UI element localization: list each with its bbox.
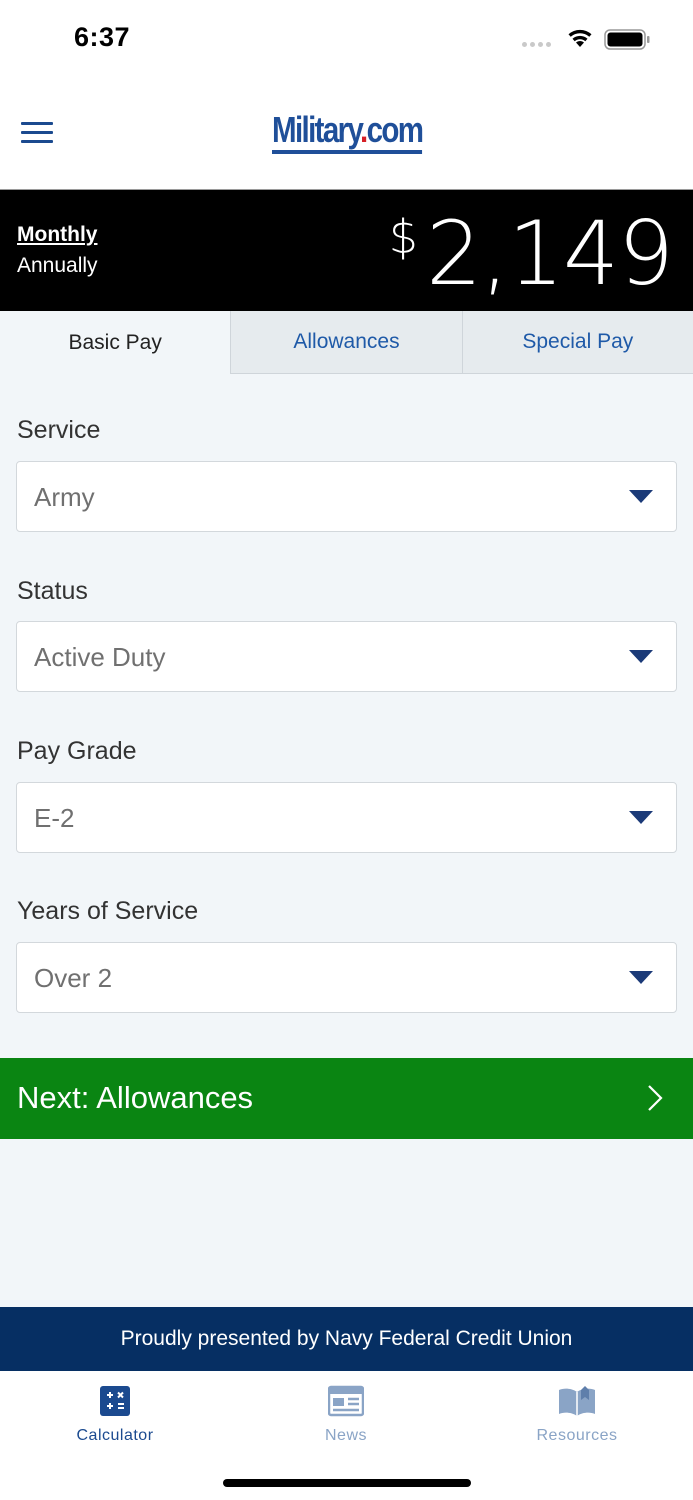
pay-amount-value: 2,149 (426, 202, 674, 305)
caret-down-icon (629, 971, 653, 984)
years-of-service-label: Years of Service (17, 897, 199, 925)
status-select-value: Active Duty (34, 642, 166, 672)
caret-down-icon (629, 490, 653, 503)
tab-allowances[interactable]: Allowances (230, 311, 462, 374)
app-header: Military.com (0, 80, 693, 190)
caret-down-icon (629, 811, 653, 824)
status-bar: 6:37 (0, 0, 693, 80)
years-of-service-select[interactable]: Over 2 (16, 942, 677, 1013)
battery-icon (604, 29, 650, 50)
nav-item-resources[interactable]: Resources (497, 1381, 657, 1445)
nav-label-resources: Resources (536, 1427, 618, 1444)
calculator-icon (100, 1386, 130, 1416)
service-select-value: Army (34, 482, 95, 512)
nav-label-news: News (324, 1427, 367, 1444)
book-icon (559, 1386, 595, 1416)
tab-special-pay[interactable]: Special Pay (461, 311, 693, 374)
currency-symbol: $ (388, 210, 419, 264)
tab-basic-pay[interactable]: Basic Pay (0, 311, 231, 374)
nav-item-news[interactable]: News (266, 1381, 426, 1445)
pay-amount: $ 2,149 (388, 202, 674, 305)
wifi-icon (568, 29, 592, 47)
pay-grade-select-value: E-2 (34, 803, 75, 833)
bottom-navigation: Calculator News Resources (0, 1371, 693, 1500)
hamburger-menu-icon[interactable] (21, 122, 53, 144)
period-annually-toggle[interactable]: Annually (17, 254, 98, 278)
status-label: Status (17, 577, 88, 605)
military-com-logo[interactable]: Military.com (272, 109, 424, 154)
sponsor-text: Proudly presented by Navy Federal Credit… (120, 1327, 573, 1350)
service-label: Service (17, 416, 101, 444)
service-select[interactable]: Army (16, 461, 677, 532)
logo-text-main: Military (272, 109, 362, 150)
status-select[interactable]: Active Duty (16, 621, 677, 692)
home-indicator[interactable] (223, 1479, 471, 1487)
caret-down-icon (629, 650, 653, 663)
status-time: 6:37 (74, 22, 131, 52)
newspaper-icon (328, 1385, 364, 1417)
nav-label-calculator: Calculator (76, 1427, 154, 1444)
next-button-label: Next: Allowances (17, 1080, 254, 1115)
period-monthly-toggle[interactable]: Monthly (17, 223, 97, 247)
sponsor-banner[interactable]: Proudly presented by Navy Federal Credit… (0, 1307, 693, 1371)
chevron-right-icon (648, 1085, 663, 1111)
nav-item-calculator[interactable]: Calculator (35, 1381, 195, 1445)
years-of-service-select-value: Over 2 (34, 963, 113, 993)
pay-summary-banner: Monthly Annually $ 2,149 (0, 190, 693, 311)
pay-category-tabs: Basic Pay Allowances Special Pay (0, 311, 693, 374)
logo-text-tail: com (366, 109, 424, 150)
pay-grade-select[interactable]: E-2 (16, 782, 677, 853)
cellular-signal-icon (522, 42, 551, 47)
next-allowances-button[interactable]: Next: Allowances (0, 1058, 693, 1139)
pay-grade-label: Pay Grade (17, 737, 137, 765)
